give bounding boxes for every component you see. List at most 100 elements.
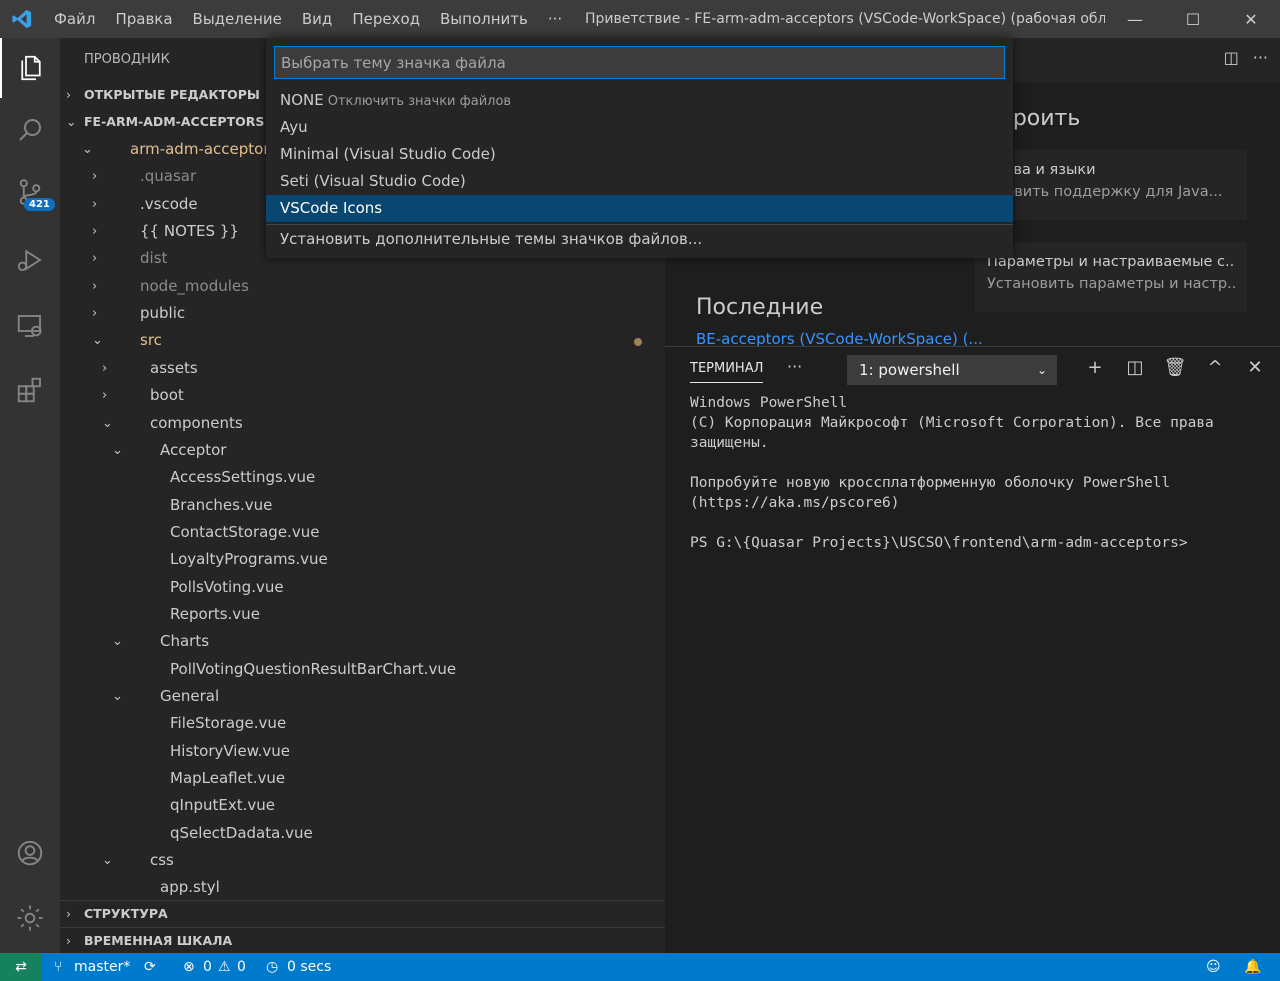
tree-item-label: node_modules [140, 276, 249, 295]
theme-option-none[interactable]: NONE Отключить значки файлов [266, 87, 1013, 114]
theme-option-label: VSCode Icons [280, 199, 383, 217]
tree-item-label: css [150, 851, 174, 870]
terminal-select[interactable]: 1: powershell ⌄ [847, 355, 1057, 385]
window-title: Приветствие - FE-arm-adm-acceptors (VSCo… [585, 11, 1105, 27]
tree-item-label: Branches.vue [170, 495, 273, 514]
maximize-panel-icon[interactable]: ^ [1195, 357, 1235, 378]
tree-folder[interactable]: ⌄ Charts [60, 628, 665, 655]
theme-option-vscode-icons[interactable]: VSCode Icons [266, 195, 1013, 222]
chevron-right-icon: › [92, 306, 98, 322]
menu-go[interactable]: Переход [342, 0, 430, 38]
theme-option-label: Seti (Visual Studio Code) [280, 172, 466, 190]
branch-icon[interactable]: ⑂ [54, 953, 62, 981]
tree-file[interactable]: PollsVoting.vue [60, 574, 665, 601]
theme-option-ayu[interactable]: Ayu [266, 114, 1013, 141]
menu-selection[interactable]: Выделение [183, 0, 292, 38]
menu-more[interactable]: ··· [538, 0, 572, 38]
tree-folder[interactable]: ⌄ css [60, 847, 665, 874]
menu-view[interactable]: Вид [292, 0, 342, 38]
source-control-icon[interactable]: 421 [0, 162, 60, 222]
settings-card[interactable]: Параметры и настраиваемые с... Установит… [975, 242, 1247, 312]
tree-folder[interactable]: ⌄ Acceptor [60, 437, 665, 464]
menu-run[interactable]: Выполнить [430, 0, 538, 38]
workspace-label: FE-ARM-ADM-ACCEPTORS ( [84, 114, 275, 129]
search-icon[interactable] [0, 100, 60, 160]
tree-folder[interactable]: ⌄ General [60, 683, 665, 710]
terminal-tab[interactable]: ТЕРМИНАЛ [690, 361, 764, 383]
tree-folder[interactable]: › assets [60, 355, 665, 382]
tree-file[interactable]: app.styl [60, 874, 665, 901]
close-panel-icon[interactable]: ✕ [1235, 357, 1275, 378]
tree-file[interactable]: ContactStorage.vue [60, 519, 665, 546]
tree-folder[interactable]: › public [60, 300, 665, 327]
tree-file[interactable]: Reports.vue [60, 601, 665, 628]
chevron-right-icon: › [66, 906, 71, 921]
error-count[interactable]: 0 [203, 953, 212, 981]
theme-option-desc: Отключить значки файлов [327, 94, 512, 109]
panel-more-icon[interactable]: ··· [787, 357, 802, 376]
close-window-button[interactable]: ✕ [1222, 0, 1280, 38]
menu-edit[interactable]: Правка [105, 0, 182, 38]
outline-section[interactable]: › СТРУКТУРА [60, 900, 665, 926]
tree-folder[interactable]: › node_modules [60, 273, 665, 300]
new-terminal-icon[interactable]: + [1075, 357, 1115, 378]
split-editor-icon[interactable]: ◫ [1224, 48, 1239, 67]
feedback-icon[interactable]: ☺ [1206, 953, 1221, 981]
recent-workspace-link[interactable]: BE-acceptors (VSCode-WorkSpace) (... [696, 330, 983, 346]
accounts-icon[interactable] [0, 823, 60, 883]
remote-explorer-icon[interactable] [0, 296, 60, 356]
tree-item-label: boot [150, 386, 184, 405]
tree-folder[interactable]: › boot [60, 382, 665, 409]
explorer-icon[interactable] [0, 38, 60, 98]
tree-folder[interactable]: ⌄ src [60, 327, 665, 354]
split-terminal-icon[interactable]: ◫ [1115, 357, 1155, 378]
tree-file[interactable]: PollVotingQuestionResultBarChart.vue [60, 656, 665, 683]
more-actions-icon[interactable]: ··· [1253, 48, 1268, 67]
clock-icon[interactable]: ◷ [266, 953, 278, 981]
tree-file[interactable]: qInputExt.vue [60, 792, 665, 819]
warning-icon[interactable]: ⚠ [218, 953, 231, 981]
tree-item-label: .vscode [140, 194, 198, 213]
tree-file[interactable]: MapLeaflet.vue [60, 765, 665, 792]
tree-item-label: PollVotingQuestionResultBarChart.vue [170, 659, 457, 678]
run-debug-icon[interactable] [0, 230, 60, 290]
timeline-section[interactable]: › ВРЕМЕННАЯ ШКАЛА [60, 927, 665, 953]
languages-card-desc: ановить поддержку для Java... [987, 184, 1223, 200]
theme-option-seti[interactable]: Seti (Visual Studio Code) [266, 168, 1013, 195]
tree-file[interactable]: qSelectDadata.vue [60, 820, 665, 847]
branch-label[interactable]: master* [74, 953, 130, 981]
warning-count[interactable]: 0 [237, 953, 246, 981]
time-label[interactable]: 0 secs [287, 953, 331, 981]
tree-item-label: {{ NOTES }} [140, 222, 239, 241]
tree-file[interactable]: AccessSettings.vue [60, 464, 665, 491]
theme-option-minimal[interactable]: Minimal (Visual Studio Code) [266, 141, 1013, 168]
tree-file[interactable]: FileStorage.vue [60, 710, 665, 737]
remote-icon[interactable]: ⇄ [0, 953, 42, 981]
tree-folder[interactable]: ⌄ components [60, 410, 665, 437]
error-icon[interactable]: ⊗ [183, 953, 195, 981]
maximize-button[interactable]: ☐ [1164, 0, 1222, 38]
tree-file[interactable]: LoyaltyPrograms.vue [60, 546, 665, 573]
terminal-output[interactable]: Windows PowerShell (C) Корпорация Майкро… [690, 393, 1260, 553]
bell-icon[interactable]: 🔔 [1244, 953, 1261, 981]
sync-icon[interactable]: ⟳ [144, 953, 156, 981]
extensions-icon[interactable] [0, 360, 60, 420]
menu-bar: Файл Правка Выделение Вид Переход Выполн… [44, 0, 572, 38]
languages-card[interactable]: дства и языки ановить поддержку для Java… [975, 150, 1247, 220]
chevron-right-icon: › [92, 196, 98, 212]
separator [266, 224, 1013, 225]
theme-search-input[interactable] [274, 46, 1005, 79]
tree-item-label: AccessSettings.vue [170, 468, 316, 487]
trash-icon[interactable]: 🗑 [1155, 357, 1195, 378]
tree-file[interactable]: HistoryView.vue [60, 738, 665, 765]
chevron-right-icon: › [66, 87, 71, 102]
install-more-themes[interactable]: Установить дополнительные темы значков ф… [266, 226, 1013, 253]
gear-icon[interactable] [0, 888, 60, 948]
minimize-button[interactable]: — [1106, 0, 1164, 38]
tree-file[interactable]: Branches.vue [60, 492, 665, 519]
menu-file[interactable]: Файл [44, 0, 105, 38]
chevron-right-icon: › [102, 388, 108, 404]
tree-item-label: ContactStorage.vue [170, 522, 320, 541]
activity-bar: 421 [0, 38, 60, 953]
install-more-label: Установить дополнительные темы значков ф… [280, 230, 703, 248]
